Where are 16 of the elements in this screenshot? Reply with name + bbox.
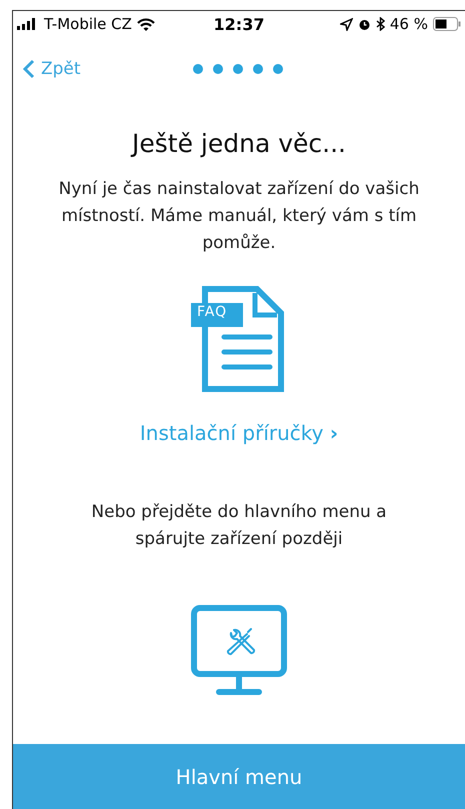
intro-text: Nyní je čas nainstalovat zařízení do vašich místností. Máme manuál, který vám s tím pomůže. (58, 178, 420, 255)
alternative-text: Nebo přejděte do hlavního menu a spárujte zařízení později (90, 501, 388, 551)
page-title: Ještě jedna věc... (132, 129, 346, 158)
installation-guides-link[interactable]: Instalační příručky › (140, 421, 338, 445)
battery-percent: 46 % (390, 15, 428, 33)
battery-icon (433, 17, 461, 31)
monitor-tools-icon (191, 605, 287, 697)
location-icon (340, 18, 353, 30)
bluetooth-icon (376, 17, 385, 31)
wifi-icon (136, 18, 155, 30)
status-time: 12:37 (214, 14, 264, 34)
chevron-left-icon (23, 59, 35, 79)
back-button[interactable]: Zpět (13, 59, 81, 79)
main-menu-button[interactable]: Hlavní menu (13, 744, 465, 809)
carrier-name: T-Mobile CZ (44, 15, 132, 33)
alarm-clock-icon (358, 18, 371, 30)
